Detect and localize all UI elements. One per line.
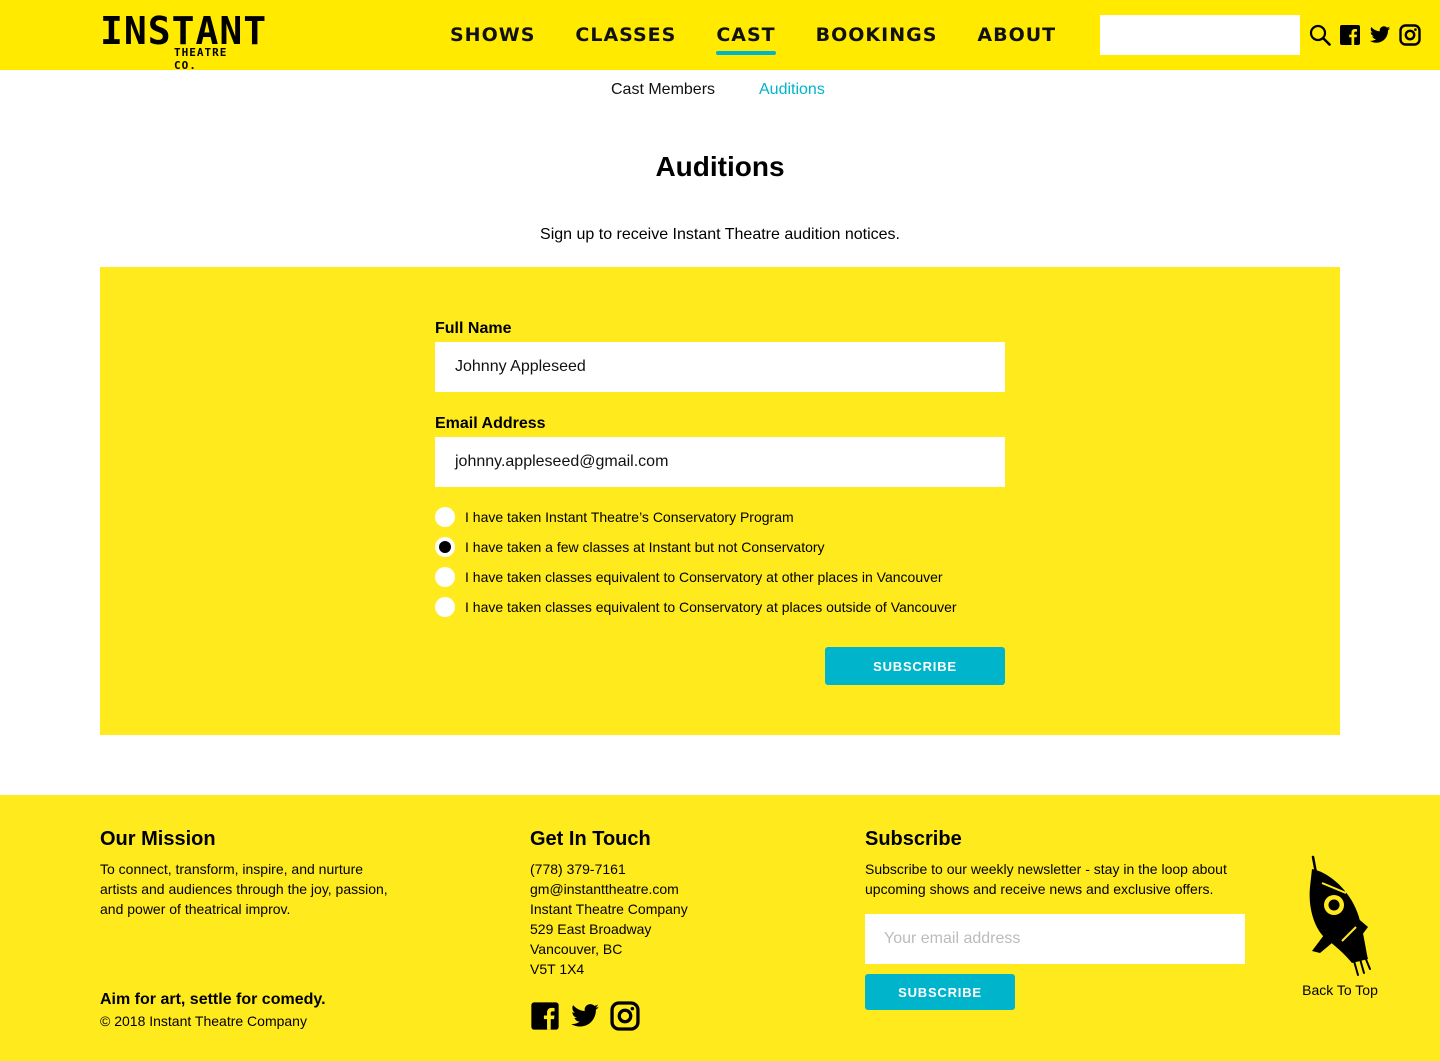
audition-form: Full Name Johnny Appleseed Email Address… [100,267,1340,735]
full-name-input[interactable]: Johnny Appleseed [435,342,1005,392]
email-value: johnny.appleseed@gmail.com [455,453,669,470]
radio-option-other-vancouver[interactable]: I have taken classes equivalent to Conse… [435,566,943,588]
full-name-label: Full Name [435,320,512,337]
contact-phone[interactable]: (778) 379-7161 [530,859,688,879]
email-input[interactable]: johnny.appleseed@gmail.com [435,437,1005,487]
back-to-top[interactable]: Back To Top [1290,855,1390,1001]
mission-line: artists and audiences through the joy, p… [100,881,388,897]
contact-email[interactable]: gm@instanttheatre.com [530,879,688,899]
logo-subtitle: THEATRE CO. [174,46,228,72]
back-to-top-label: Back To Top [1302,982,1378,998]
newsletter-subscribe-button[interactable]: SUBSCRIBE [865,974,1015,1010]
instagram-icon[interactable] [1399,24,1421,46]
subscribe-line: upcoming shows and receive news and excl… [865,881,1214,897]
newsletter-email-input[interactable] [865,914,1245,964]
radio-button[interactable] [435,567,455,587]
nav-about[interactable]: ABOUT [977,22,1056,48]
nav-bookings[interactable]: BOOKINGS [816,22,938,48]
site-header: INSTANT THEATRE CO. SHOWS CLASSES CAST B… [0,0,1440,72]
page-title: Auditions [655,151,785,182]
contact-street: 529 East Broadway [530,921,652,937]
facebook-icon[interactable] [1339,24,1361,46]
radio-label: I have taken classes equivalent to Conse… [465,569,943,585]
subscribe-heading: Subscribe [865,828,962,850]
radio-option-few-classes[interactable]: I have taken a few classes at Instant bu… [435,536,825,558]
nav-classes[interactable]: CLASSES [575,22,676,48]
radio-label: I have taken Instant Theatre’s Conservat… [465,509,794,525]
subnav-cast-members[interactable]: Cast Members [611,80,715,100]
copyright: © 2018 Instant Theatre Company [100,1013,307,1029]
site-logo[interactable]: INSTANT THEATRE CO. [100,10,266,72]
contact-city: Vancouver, BC [530,941,623,957]
contact-heading: Get In Touch [530,828,651,850]
main-nav: SHOWS CLASSES CAST BOOKINGS ABOUT [450,22,1096,55]
twitter-icon[interactable] [1369,24,1391,46]
search-input[interactable] [1100,15,1300,55]
radio-label: I have taken classes equivalent to Conse… [465,599,957,615]
contact-company: Instant Theatre Company [530,901,688,917]
nav-shows[interactable]: SHOWS [450,22,535,48]
nav-cast[interactable]: CAST [716,22,776,55]
twitter-icon[interactable] [570,1001,600,1031]
form-subscribe-button[interactable]: SUBSCRIBE [825,647,1005,685]
facebook-icon[interactable] [530,1001,560,1031]
radio-button[interactable] [435,507,455,527]
tagline: Aim for art, settle for comedy. [100,991,326,1008]
mission-text: To connect, transform, inspire, and nurt… [100,859,388,919]
sub-nav: Cast Members Auditions [0,80,1440,100]
radio-button[interactable] [435,597,455,617]
full-name-value: Johnny Appleseed [455,358,586,375]
search-icon[interactable] [1309,24,1331,46]
radio-option-outside-vancouver[interactable]: I have taken classes equivalent to Conse… [435,596,957,618]
contact-postal: V5T 1X4 [530,961,585,977]
radio-button-selected[interactable] [435,537,455,557]
email-label: Email Address [435,415,546,432]
mission-line: and power of theatrical improv. [100,901,291,917]
radio-option-conservatory[interactable]: I have taken Instant Theatre’s Conservat… [435,506,794,528]
mission-heading: Our Mission [100,828,216,850]
page-intro: Sign up to receive Instant Theatre audit… [540,226,900,243]
subnav-auditions[interactable]: Auditions [759,80,825,100]
radio-label: I have taken a few classes at Instant bu… [465,539,825,555]
rocket-icon [1309,855,1371,976]
subscribe-text: Subscribe to our weekly newsletter - sta… [865,859,1227,899]
site-footer: Our Mission To connect, transform, inspi… [0,795,1440,1061]
instagram-icon[interactable] [610,1001,640,1031]
mission-line: To connect, transform, inspire, and nurt… [100,861,364,877]
contact-details: (778) 379-7161 gm@instanttheatre.com Ins… [530,859,688,979]
subscribe-line: Subscribe to our weekly newsletter - sta… [865,861,1227,877]
